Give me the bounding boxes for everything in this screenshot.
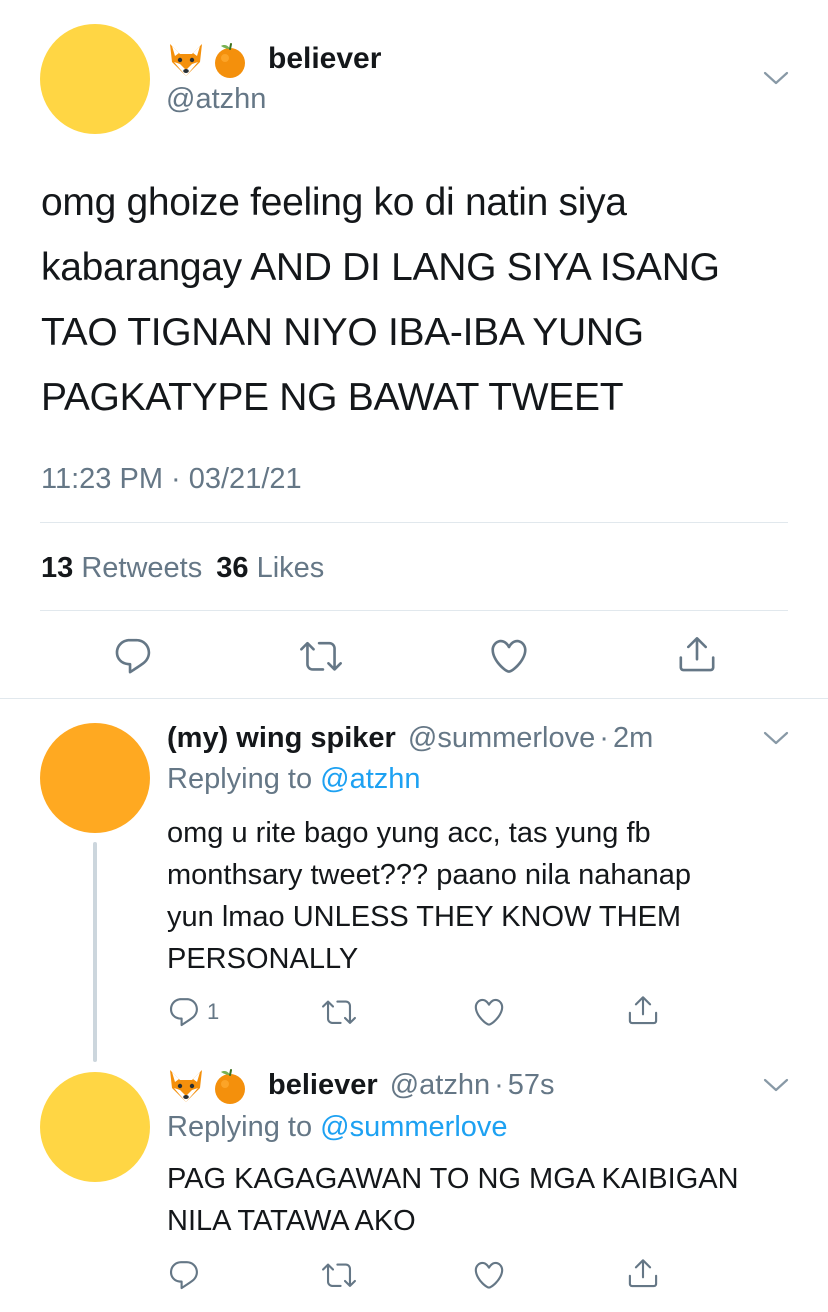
retweets-stat[interactable]: 13 Retweets xyxy=(41,552,210,584)
likes-stat[interactable]: 36 Likes xyxy=(216,552,324,584)
relative-time[interactable]: 2m xyxy=(613,722,653,754)
display-name[interactable]: believer xyxy=(268,1069,378,1101)
retweets-label: Retweets xyxy=(81,552,203,584)
share-icon xyxy=(626,1256,660,1290)
share-button[interactable] xyxy=(676,633,718,675)
replying-handle-link[interactable]: @summerlove xyxy=(320,1111,507,1143)
timestamp[interactable]: 11:23 PM · 03/21/21 xyxy=(41,462,302,496)
like-button[interactable] xyxy=(472,1258,506,1292)
reply-text-line: PERSONALLY xyxy=(167,943,359,975)
like-icon xyxy=(472,995,506,1029)
name-emojis xyxy=(166,1066,250,1106)
tweet-text-line: kabarangay AND DI LANG SIYA ISANG xyxy=(41,246,720,289)
retweet-button[interactable] xyxy=(322,1258,356,1292)
reply-button[interactable] xyxy=(112,635,154,677)
share-icon xyxy=(676,633,718,675)
retweets-count: 13 xyxy=(41,552,74,584)
reply-text-line: PAG KAGAGAWAN TO NG MGA KAIBIGAN xyxy=(167,1163,739,1195)
like-button[interactable] xyxy=(472,995,506,1029)
tweet-text-line: omg ghoize feeling ko di natin siya xyxy=(41,181,627,224)
like-icon xyxy=(488,635,530,677)
likes-count: 36 xyxy=(216,552,249,584)
replying-to: Replying to @summerlove xyxy=(167,1110,508,1144)
divider xyxy=(40,610,788,611)
likes-label: Likes xyxy=(256,552,325,584)
tweet-text-line: PAGKATYPE NG BAWAT TWEET xyxy=(41,376,624,419)
reply-text-line: yun lmao UNLESS THEY KNOW THEM xyxy=(167,901,682,933)
reply-text: omg u rite bago yung acc, tas yung fb mo… xyxy=(167,812,691,980)
reply-text-line: monthsary tweet??? paano nila nahanap xyxy=(167,859,691,891)
name-emojis xyxy=(166,40,250,80)
reply-count: 1 xyxy=(207,999,220,1024)
reply-text-line: NILA TATAWA AKO xyxy=(167,1205,416,1237)
reply-text-line: omg u rite bago yung acc, tas yung fb xyxy=(167,817,651,849)
handle[interactable]: @atzhn xyxy=(390,1069,490,1101)
divider xyxy=(40,522,788,523)
like-icon xyxy=(472,1258,506,1292)
avatar[interactable] xyxy=(40,723,150,833)
replying-handle-link[interactable]: @atzhn xyxy=(320,763,420,795)
divider xyxy=(0,698,828,699)
tangerine-emoji xyxy=(210,1066,250,1106)
fox-emoji xyxy=(166,1066,206,1106)
avatar[interactable] xyxy=(40,24,150,134)
display-name[interactable]: believer xyxy=(268,42,381,76)
share-button[interactable] xyxy=(626,993,660,1027)
reply-icon xyxy=(112,635,154,677)
chevron-down-icon[interactable] xyxy=(763,730,789,746)
thread-line xyxy=(93,842,97,1062)
share-button[interactable] xyxy=(626,1256,660,1290)
reply-button[interactable]: 1 xyxy=(167,995,219,1029)
retweet-icon xyxy=(322,1258,356,1292)
separator: · xyxy=(494,1069,504,1101)
like-button[interactable] xyxy=(488,635,530,677)
avatar[interactable] xyxy=(40,1072,150,1182)
replying-prefix: Replying to xyxy=(167,1111,313,1143)
replying-prefix: Replying to xyxy=(167,763,313,795)
retweet-icon xyxy=(300,635,342,677)
separator: · xyxy=(599,722,609,754)
chevron-down-icon[interactable] xyxy=(763,1077,789,1093)
retweet-icon xyxy=(322,995,356,1029)
reply-button[interactable] xyxy=(167,1258,201,1292)
fox-emoji xyxy=(166,40,206,80)
reply-header: (my) wing spiker @summerlove · 2m xyxy=(167,721,653,755)
reply-header: believer @atzhn · 57s xyxy=(268,1068,555,1102)
engagement-stats: 13 Retweets 36 Likes xyxy=(41,551,324,585)
reply-icon xyxy=(167,995,201,1029)
retweet-button[interactable] xyxy=(322,995,356,1029)
retweet-button[interactable] xyxy=(300,635,342,677)
display-name[interactable]: (my) wing spiker xyxy=(167,722,396,754)
tangerine-emoji xyxy=(210,40,250,80)
share-icon xyxy=(626,993,660,1027)
relative-time[interactable]: 57s xyxy=(508,1069,555,1101)
reply-icon xyxy=(167,1258,201,1292)
tweet-text: omg ghoize feeling ko di natin siya kaba… xyxy=(41,170,720,430)
chevron-down-icon[interactable] xyxy=(763,70,789,86)
replying-to: Replying to @atzhn xyxy=(167,762,421,796)
handle[interactable]: @summerlove xyxy=(408,722,595,754)
reply-text: PAG KAGAGAWAN TO NG MGA KAIBIGAN NILA TA… xyxy=(167,1158,739,1242)
handle[interactable]: @atzhn xyxy=(166,82,266,116)
tweet-text-line: TAO TIGNAN NIYO IBA-IBA YUNG xyxy=(41,311,644,354)
